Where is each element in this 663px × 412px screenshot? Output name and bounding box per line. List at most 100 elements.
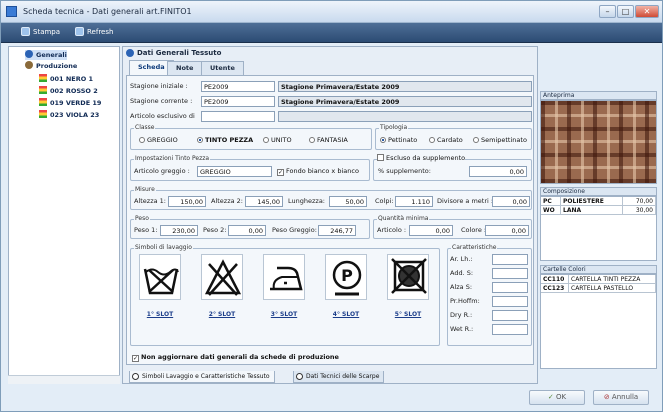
minimize-button[interactable]: – bbox=[599, 5, 616, 18]
tree-horizontal-scrollbar[interactable] bbox=[8, 375, 120, 384]
car-wet-input[interactable] bbox=[492, 324, 528, 335]
colpi-input[interactable]: 1.110 bbox=[395, 196, 433, 207]
classe-radio-tinto-pezza[interactable]: TINTO PEZZA bbox=[197, 136, 253, 144]
close-button[interactable]: ✕ bbox=[635, 5, 659, 18]
stagione-corrente-label: Stagione corrente : bbox=[130, 97, 193, 105]
tree-item-variant[interactable]: 023 VIOLA 23 bbox=[39, 110, 99, 120]
tree-item-label: 001 NERO 1 bbox=[50, 75, 94, 83]
table-cell[interactable]: WO bbox=[541, 206, 561, 215]
car-hoffm-input[interactable] bbox=[492, 296, 528, 307]
slot-3-link[interactable]: 3° SLOT bbox=[263, 311, 305, 318]
navigation-tree: Generali Produzione 001 NERO 1 002 ROSSO… bbox=[8, 46, 120, 384]
lavaggio-title: Simboli di lavaggio bbox=[134, 244, 193, 251]
misure-title: Misure bbox=[134, 186, 156, 193]
wash-symbols-row: P 1° SLOT 2° SLOT 3° SLOT 4° SLOT 5° SLO… bbox=[139, 254, 429, 324]
classe-radio-unito[interactable]: UNITO bbox=[263, 136, 292, 144]
supplemento-label: % supplemento: bbox=[378, 167, 431, 175]
peso1-input[interactable]: 230,00 bbox=[160, 225, 198, 236]
peso2-input[interactable]: 0,00 bbox=[228, 225, 266, 236]
quantita-articolo-label: Articolo : bbox=[377, 226, 407, 234]
non-aggiornare-checkbox[interactable]: ✓ Non aggiornare dati generali da schede … bbox=[132, 353, 339, 362]
classe-radio-greggio[interactable]: GREGGIO bbox=[139, 136, 178, 144]
table-cell[interactable]: PC bbox=[541, 197, 561, 206]
tab-note[interactable]: Note bbox=[167, 61, 203, 75]
no-bleach-icon[interactable] bbox=[201, 254, 243, 300]
fondo-bianco-checkbox[interactable]: ✓ Fondo bianco x bianco bbox=[277, 167, 359, 176]
iron-icon[interactable] bbox=[263, 254, 305, 300]
composizione-table: PC POLIESTERE 70,00 WO LANA 30,00 bbox=[540, 196, 657, 261]
table-cell[interactable]: CARTELLA TINTI PEZZA bbox=[569, 275, 656, 284]
cancel-button[interactable]: ⊘ Annulla bbox=[593, 390, 649, 405]
cancel-icon: ⊘ bbox=[603, 393, 612, 401]
print-button[interactable]: Stampa bbox=[21, 26, 60, 39]
main-panel: Dati Generali Tessuto Scheda Note Utente… bbox=[122, 46, 538, 384]
caratteristiche-title: Caratteristiche bbox=[451, 244, 498, 251]
articolo-greggio-input[interactable]: GREGGIO bbox=[197, 166, 272, 177]
tab-dati-tecnici[interactable]: Dati Tecnici delle Scarpe bbox=[293, 371, 385, 383]
table-cell[interactable]: CC123 bbox=[541, 284, 569, 293]
stagione-iniziale-input[interactable]: PE2009 bbox=[201, 81, 275, 92]
peso2-label: Peso 2: bbox=[203, 226, 227, 234]
peso-greggio-input[interactable]: 246,77 bbox=[318, 225, 356, 236]
car-dry-input[interactable] bbox=[492, 310, 528, 321]
table-cell[interactable]: POLIESTERE bbox=[561, 197, 623, 206]
tab-simboli-lavaggio[interactable]: Simboli Lavaggio e Caratteristiche Tessu… bbox=[129, 371, 275, 383]
scheda-panel: Stagione iniziale : PE2009 Stagione Prim… bbox=[126, 75, 534, 365]
refresh-button[interactable]: Refresh bbox=[75, 26, 113, 39]
tree-node-produzione[interactable]: Produzione bbox=[25, 61, 77, 71]
tipologia-radio-cardato[interactable]: Cardato bbox=[429, 136, 463, 144]
tree-item-variant[interactable]: 002 ROSSO 2 bbox=[39, 86, 98, 96]
car-ar-input[interactable] bbox=[492, 254, 528, 265]
classe-radio-fantasia[interactable]: FANTASIA bbox=[309, 136, 348, 144]
stagione-corrente-input[interactable]: PE2009 bbox=[201, 96, 275, 107]
ok-button[interactable]: ✓ OK bbox=[529, 390, 585, 405]
slot-5-link[interactable]: 5° SLOT bbox=[387, 311, 429, 318]
info-icon bbox=[25, 50, 33, 58]
tab-utente[interactable]: Utente bbox=[201, 61, 244, 75]
peso-title: Peso bbox=[134, 215, 150, 222]
tipologia-radio-semipettinato[interactable]: Semipettinato bbox=[473, 136, 527, 144]
radio-label: GREGGIO bbox=[147, 136, 178, 144]
table-cell[interactable]: CARTELLA PASTELLO bbox=[569, 284, 656, 293]
no-tumble-dry-icon[interactable] bbox=[387, 254, 429, 300]
lunghezza-input[interactable]: 50,00 bbox=[329, 196, 367, 207]
radio-label: Pettinato bbox=[388, 136, 418, 144]
car-add-input[interactable] bbox=[492, 268, 528, 279]
altezza2-input[interactable]: 145,00 bbox=[245, 196, 283, 207]
color-variant-icon bbox=[39, 98, 47, 106]
slot-1-link[interactable]: 1° SLOT bbox=[139, 311, 181, 318]
gear-icon bbox=[296, 373, 303, 380]
car-alza-input[interactable] bbox=[492, 282, 528, 293]
table-cell[interactable]: 30,00 bbox=[623, 206, 656, 215]
tree-item-variant[interactable]: 001 NERO 1 bbox=[39, 74, 93, 84]
tipologia-radio-pettinato[interactable]: Pettinato bbox=[380, 136, 417, 144]
classe-title: Classe bbox=[134, 124, 156, 131]
tree-item-label: 019 VERDE 19 bbox=[50, 99, 102, 107]
supplemento-input[interactable]: 0,00 bbox=[469, 166, 527, 177]
slot-4-link[interactable]: 4° SLOT bbox=[325, 311, 367, 318]
table-cell[interactable]: 70,00 bbox=[623, 197, 656, 206]
slot-2-link[interactable]: 2° SLOT bbox=[201, 311, 243, 318]
quantita-colore-input[interactable]: 0,00 bbox=[485, 225, 529, 236]
window-title: Scheda tecnica - Dati generali art.FINIT… bbox=[23, 7, 192, 16]
tree-node-generali[interactable]: Generali bbox=[25, 50, 67, 60]
checkbox-label: Fondo bianco x bianco bbox=[286, 167, 359, 175]
escluso-supplemento-checkbox[interactable]: Escluso da supplemento bbox=[377, 154, 466, 162]
articolo-esclusivo-input[interactable] bbox=[201, 111, 275, 122]
bottom-tabs: Simboli Lavaggio e Caratteristiche Tessu… bbox=[123, 371, 537, 384]
dry-clean-p-icon[interactable]: P bbox=[325, 254, 367, 300]
divisore-input[interactable]: 0,00 bbox=[492, 196, 530, 207]
table-cell[interactable]: CC110 bbox=[541, 275, 569, 284]
wash-basin-icon[interactable] bbox=[139, 254, 181, 300]
color-variant-icon bbox=[39, 74, 47, 82]
table-cell[interactable]: LANA bbox=[561, 206, 623, 215]
maximize-button[interactable]: □ bbox=[617, 5, 634, 18]
radio-label: FANTASIA bbox=[317, 136, 348, 144]
tree-item-variant[interactable]: 019 VERDE 19 bbox=[39, 98, 101, 108]
ok-label: OK bbox=[555, 393, 567, 401]
altezza1-input[interactable]: 150,00 bbox=[168, 196, 206, 207]
car-add-label: Add. S: bbox=[450, 269, 474, 277]
anteprima-header: Anteprima bbox=[540, 91, 657, 100]
quantita-articolo-input[interactable]: 0,00 bbox=[409, 225, 453, 236]
car-dry-label: Dry R.: bbox=[450, 311, 473, 319]
